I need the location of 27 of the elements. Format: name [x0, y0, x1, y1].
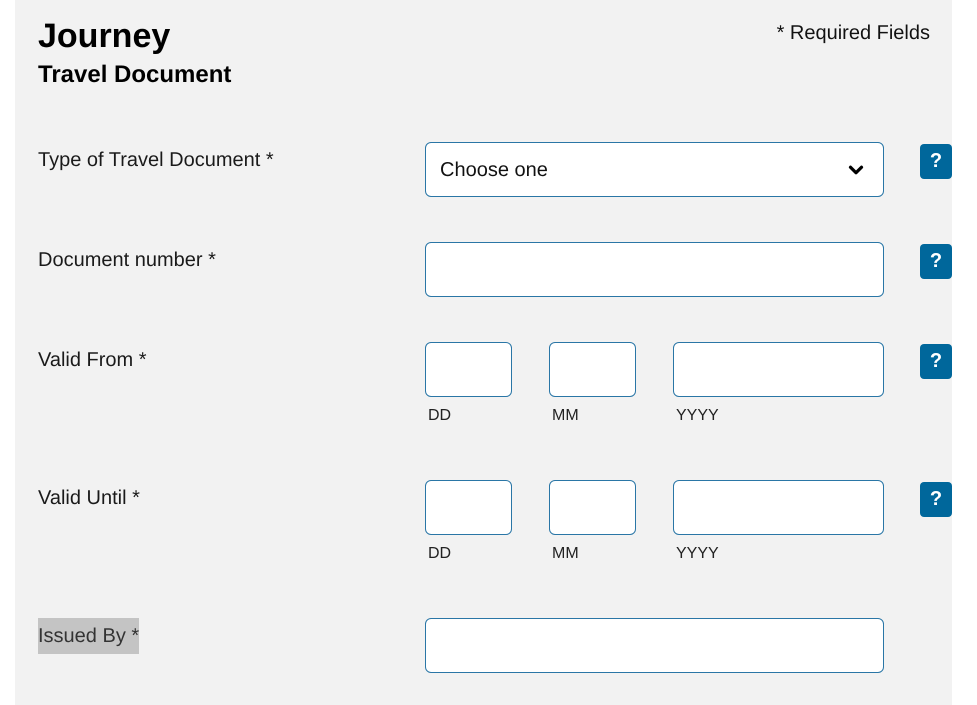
page-title: Journey [38, 16, 172, 56]
select-field[interactable]: Choose one [425, 142, 884, 197]
field-label: Issued By * [38, 618, 140, 654]
field-label: Valid From * [38, 348, 147, 373]
date-caption: YYYY [675, 544, 720, 564]
date-field[interactable] [549, 342, 636, 397]
date-caption: DD [427, 406, 452, 426]
input-field[interactable] [425, 242, 884, 297]
date-caption: YYYY [675, 406, 720, 426]
required-fields-note: * Required Fields [776, 21, 930, 46]
date-field[interactable] [549, 480, 636, 535]
date-field[interactable] [673, 480, 884, 535]
help-button[interactable]: ? [920, 144, 952, 179]
date-field[interactable] [425, 480, 512, 535]
date-caption: MM [551, 544, 580, 564]
date-field[interactable] [425, 342, 512, 397]
date-caption: MM [551, 406, 580, 426]
field-label: Type of Travel Document * [38, 148, 274, 173]
field-label: Document number * [38, 248, 216, 273]
help-button[interactable]: ? [920, 244, 952, 279]
help-button[interactable]: ? [920, 344, 952, 379]
input-field[interactable] [425, 618, 884, 673]
help-button[interactable]: ? [920, 482, 952, 517]
field-label: Valid Until * [38, 486, 140, 511]
date-caption: DD [427, 544, 452, 564]
date-field[interactable] [673, 342, 884, 397]
section-title: Travel Document [38, 60, 232, 90]
